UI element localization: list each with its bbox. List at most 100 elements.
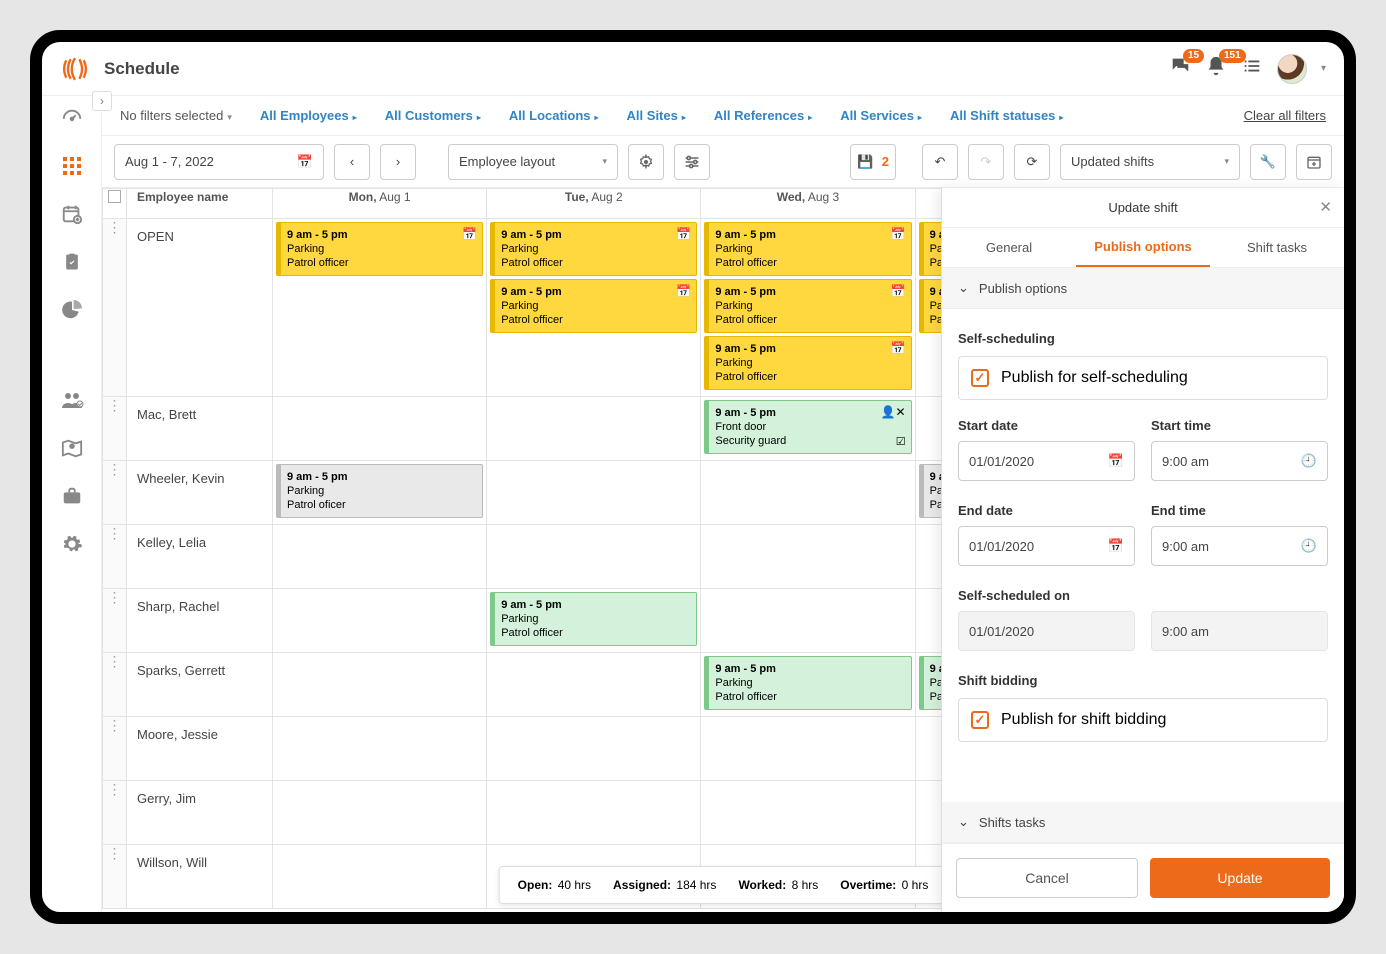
row-menu[interactable]: ⋮ xyxy=(103,781,127,845)
end-date-label: End date xyxy=(958,503,1135,518)
day-cell[interactable]: 9 am - 5 pmParkingPatrol oficer xyxy=(273,461,487,525)
shift-card[interactable]: 9 am - 5 pmParkingPatrol officer 📅 xyxy=(490,279,697,333)
publish-bid-checkbox[interactable]: ✓Publish for shift bidding xyxy=(958,698,1328,742)
tab-shift-tasks[interactable]: Shift tasks xyxy=(1210,228,1344,267)
day-cell[interactable]: 9 am - 5 pmParkingPatrol officer xyxy=(701,653,915,717)
save-button[interactable]: 💾 2 xyxy=(850,144,896,180)
day-cell[interactable]: 9 am - 5 pmParkingPatrol officer 📅 9 am … xyxy=(487,219,701,397)
bell-icon[interactable]: 151 xyxy=(1205,55,1227,82)
day-cell[interactable] xyxy=(273,397,487,461)
update-shift-panel: Update shift ✕ General Publish options S… xyxy=(941,188,1344,912)
shift-card[interactable]: 9 am - 5 pmParkingPatrol officer 📅 xyxy=(704,222,911,276)
row-menu[interactable]: ⋮ xyxy=(103,525,127,589)
cancel-button[interactable]: Cancel xyxy=(956,858,1138,898)
end-time-field[interactable]: 9:00 am🕘 xyxy=(1151,526,1328,566)
day-cell[interactable] xyxy=(487,717,701,781)
add-cal-button[interactable] xyxy=(1296,144,1332,180)
sidebar-item-schedule[interactable] xyxy=(60,154,84,178)
prev-button[interactable]: ‹ xyxy=(334,144,370,180)
day-cell[interactable] xyxy=(487,781,701,845)
row-menu[interactable]: ⋮ xyxy=(103,219,127,397)
next-button[interactable]: › xyxy=(380,144,416,180)
filter-locations[interactable]: All Locations▸ xyxy=(509,108,599,123)
clear-filters-link[interactable]: Clear all filters xyxy=(1244,108,1326,123)
day-cell[interactable] xyxy=(487,525,701,589)
day-cell[interactable] xyxy=(701,589,915,653)
filter-employees[interactable]: All Employees▸ xyxy=(260,108,357,123)
day-cell[interactable]: 9 am - 5 pmParkingPatrol officer xyxy=(487,589,701,653)
refresh-button[interactable]: ⟳ xyxy=(1014,144,1050,180)
row-menu[interactable]: ⋮ xyxy=(103,397,127,461)
day-cell[interactable] xyxy=(273,653,487,717)
filter-references[interactable]: All References▸ xyxy=(714,108,812,123)
tab-general[interactable]: General xyxy=(942,228,1076,267)
day-cell[interactable] xyxy=(273,845,487,909)
shift-card[interactable]: 9 am - 5 pmParkingPatrol officer 📅 xyxy=(490,222,697,276)
day-cell[interactable] xyxy=(701,525,915,589)
sidebar-item-map[interactable] xyxy=(60,436,84,460)
row-menu[interactable]: ⋮ xyxy=(103,589,127,653)
day-cell[interactable]: 9 am - 5 pmParkingPatrol officer 📅 xyxy=(273,219,487,397)
day-cell[interactable] xyxy=(701,461,915,525)
row-menu[interactable]: ⋮ xyxy=(103,845,127,909)
filter-none[interactable]: No filters selected▾ xyxy=(120,108,232,123)
sidebar-item-people[interactable] xyxy=(60,388,84,412)
redo-button[interactable]: ↷ xyxy=(968,144,1004,180)
filter-customers[interactable]: All Customers▸ xyxy=(385,108,481,123)
day-cell[interactable] xyxy=(273,525,487,589)
section-publish-options[interactable]: ⌄ Publish options xyxy=(942,268,1344,309)
chevron-right-icon[interactable]: › xyxy=(92,91,112,111)
filter-services[interactable]: All Services▸ xyxy=(840,108,922,123)
day-cell[interactable]: 9 am - 5 pmParkingPatrol officer 📅 9 am … xyxy=(701,219,915,397)
row-menu[interactable]: ⋮ xyxy=(103,461,127,525)
day-cell[interactable] xyxy=(701,717,915,781)
shift-card[interactable]: 9 am - 5 pmParkingPatrol officer xyxy=(704,656,911,710)
shift-card[interactable]: 9 am - 5 pmParkingPatrol officer 📅 xyxy=(704,279,911,333)
day-cell[interactable] xyxy=(273,781,487,845)
start-date-field[interactable]: 01/01/2020📅 xyxy=(958,441,1135,481)
shift-card[interactable]: 9 am - 5 pmFront doorSecurity guard 👤✕ ☑ xyxy=(704,400,911,454)
layout-select[interactable]: Employee layout▾ xyxy=(448,144,618,180)
day-cell[interactable] xyxy=(701,781,915,845)
day-cell[interactable] xyxy=(273,717,487,781)
filter-statuses[interactable]: All Shift statuses▸ xyxy=(950,108,1063,123)
shift-card[interactable]: 9 am - 5 pmParkingPatrol officer 📅 xyxy=(276,222,483,276)
publish-self-checkbox[interactable]: ✓Publish for self-scheduling xyxy=(958,356,1328,400)
sidebar-item-settings[interactable] xyxy=(60,532,84,556)
day-cell[interactable] xyxy=(487,461,701,525)
day-cell[interactable] xyxy=(487,653,701,717)
employee-header: Employee name xyxy=(127,189,273,219)
day-cell[interactable]: 9 am - 5 pmFront doorSecurity guard 👤✕ ☑ xyxy=(701,397,915,461)
sliders-button[interactable] xyxy=(674,144,710,180)
filter-sites[interactable]: All Sites▸ xyxy=(627,108,686,123)
sidebar-item-reports[interactable] xyxy=(60,298,84,322)
sidebar-item-calendar[interactable] xyxy=(60,202,84,226)
date-range-input[interactable]: Aug 1 - 7, 2022 📅 xyxy=(114,144,324,180)
row-menu[interactable]: ⋮ xyxy=(103,717,127,781)
end-date-field[interactable]: 01/01/2020📅 xyxy=(958,526,1135,566)
row-menu[interactable]: ⋮ xyxy=(103,653,127,717)
shift-card[interactable]: 9 am - 5 pmParkingPatrol officer xyxy=(490,592,697,646)
day-cell[interactable] xyxy=(273,589,487,653)
gear-button[interactable] xyxy=(628,144,664,180)
avatar[interactable] xyxy=(1277,54,1307,84)
chat-icon[interactable]: 15 xyxy=(1169,55,1191,82)
save-icon: 💾 xyxy=(857,154,873,170)
sidebar-item-briefcase[interactable] xyxy=(60,484,84,508)
caret-down-icon[interactable]: ▾ xyxy=(1321,63,1326,74)
wrench-button[interactable]: 🔧 xyxy=(1250,144,1286,180)
panel-title: Update shift xyxy=(1108,200,1177,215)
tab-publish-options[interactable]: Publish options xyxy=(1076,228,1210,267)
section-shifts-tasks[interactable]: ⌄ Shifts tasks xyxy=(942,802,1344,843)
sidebar-item-dashboard[interactable] xyxy=(60,106,84,130)
undo-button[interactable]: ↶ xyxy=(922,144,958,180)
shift-card[interactable]: 9 am - 5 pmParkingPatrol officer 📅 xyxy=(704,336,911,390)
shift-card[interactable]: 9 am - 5 pmParkingPatrol oficer xyxy=(276,464,483,518)
update-button[interactable]: Update xyxy=(1150,858,1330,898)
checkbox-header[interactable] xyxy=(103,189,127,219)
sidebar-item-clipboard[interactable] xyxy=(60,250,84,274)
updated-select[interactable]: Updated shifts▾ xyxy=(1060,144,1240,180)
close-icon[interactable]: ✕ xyxy=(1319,198,1332,216)
start-time-field[interactable]: 9:00 am🕘 xyxy=(1151,441,1328,481)
day-cell[interactable] xyxy=(487,397,701,461)
